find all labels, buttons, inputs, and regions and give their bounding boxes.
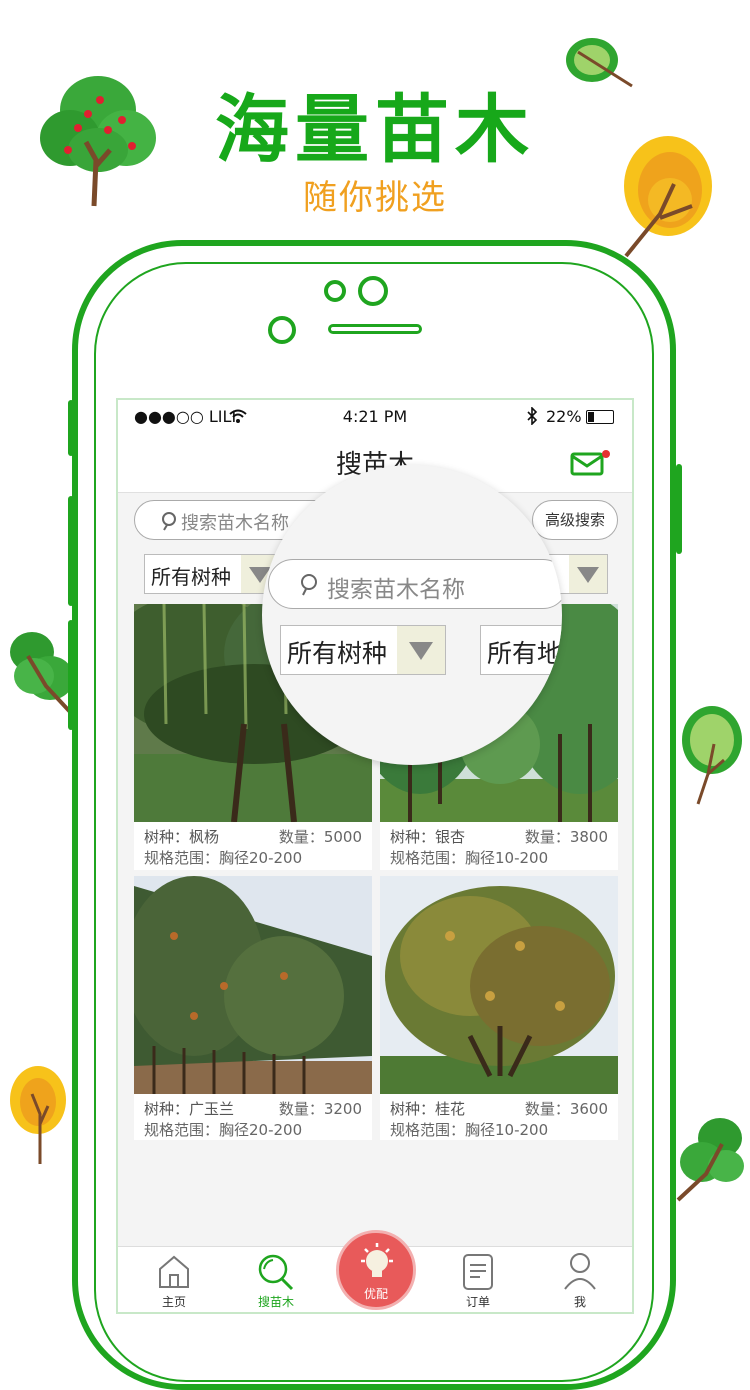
product-species: 树种：广玉兰 — [144, 1100, 235, 1118]
search-icon — [162, 512, 176, 531]
product-card[interactable]: 树种：广玉兰 数量：3200 规格范围：胸径20-200 — [134, 876, 372, 1140]
product-species: 树种：枫杨 — [144, 828, 220, 846]
product-photo — [380, 876, 618, 1094]
product-quantity: 数量：5000 — [278, 828, 362, 846]
bluetooth-icon — [527, 407, 538, 425]
tab-me-label: 我 — [573, 1295, 586, 1309]
headline-title: 海量苗木 — [215, 87, 535, 173]
lightbulb-icon — [361, 1243, 393, 1277]
magnifier-lens: 搜索苗木名称 所有树种 所有地 — [262, 465, 562, 765]
search-placeholder: 搜索苗木名称 — [181, 513, 289, 534]
species-filter[interactable]: 所有树种 — [144, 554, 280, 594]
phone-side-button — [68, 620, 74, 730]
phone-side-button — [68, 496, 74, 606]
species-filter-label: 所有树种 — [151, 565, 231, 589]
tab-orders-label: 订单 — [465, 1295, 490, 1309]
phone-camera — [358, 276, 388, 306]
phone-sensor — [268, 316, 296, 344]
phone-sensor — [324, 280, 346, 302]
tab-recommend-label: 优配 — [363, 1287, 388, 1301]
tab-home[interactable]: 主页 — [134, 1247, 214, 1312]
product-species: 树种：银杏 — [390, 828, 466, 846]
tab-me[interactable]: 我 — [540, 1247, 620, 1312]
status-bar: ●●●○○ LILI 4:21 PM 22% — [118, 400, 632, 434]
tab-search[interactable]: 搜苗木 — [236, 1247, 316, 1312]
tab-recommend-button[interactable]: 优配 — [336, 1230, 416, 1310]
tab-search-label: 搜苗木 — [257, 1295, 294, 1309]
phone-side-button — [68, 400, 74, 456]
product-spec: 规格范围：胸径20-200 — [144, 1121, 303, 1139]
magnified-region-filter: 所有地 — [480, 625, 562, 675]
green-tree-right-bottom-decoration — [676, 1118, 744, 1202]
product-spec: 规格范围：胸径10-200 — [390, 849, 549, 867]
product-card[interactable]: 树种：桂花 数量：3600 规格范围：胸径10-200 — [380, 876, 618, 1140]
dropdown-arrow-icon — [569, 555, 607, 593]
magnified-region-label: 所有地 — [487, 639, 562, 668]
product-quantity: 数量：3800 — [524, 828, 608, 846]
headline-subtitle: 随你挑选 — [303, 178, 447, 218]
magnified-search-placeholder: 搜索苗木名称 — [327, 577, 465, 603]
orange-tree-left-decoration — [10, 1066, 66, 1164]
mail-icon[interactable] — [570, 450, 610, 478]
dropdown-arrow-icon — [397, 626, 445, 674]
search-icon — [258, 1254, 294, 1291]
advanced-search-button[interactable]: 高级搜索 — [532, 500, 618, 540]
product-species: 树种：桂花 — [390, 1100, 466, 1118]
tab-orders[interactable]: 订单 — [438, 1247, 518, 1312]
tab-home-label: 主页 — [161, 1295, 186, 1309]
magnified-species-label: 所有树种 — [287, 639, 388, 668]
product-quantity: 数量：3200 — [278, 1100, 362, 1118]
battery-icon — [586, 410, 614, 424]
order-icon — [463, 1254, 493, 1290]
product-quantity: 数量：3600 — [524, 1100, 608, 1118]
phone-side-button — [676, 464, 682, 554]
product-spec: 规格范围：胸径20-200 — [144, 849, 303, 867]
search-icon — [301, 574, 317, 596]
magnified-search-input: 搜索苗木名称 — [268, 559, 562, 609]
user-icon — [564, 1253, 596, 1290]
home-icon — [159, 1255, 189, 1288]
battery-percent: 22% — [546, 407, 582, 426]
phone-speaker — [328, 324, 422, 334]
magnified-species-filter: 所有树种 — [280, 625, 446, 675]
round-tree-right-decoration — [682, 706, 742, 805]
product-photo — [134, 876, 372, 1094]
product-spec: 规格范围：胸径10-200 — [390, 1121, 549, 1139]
